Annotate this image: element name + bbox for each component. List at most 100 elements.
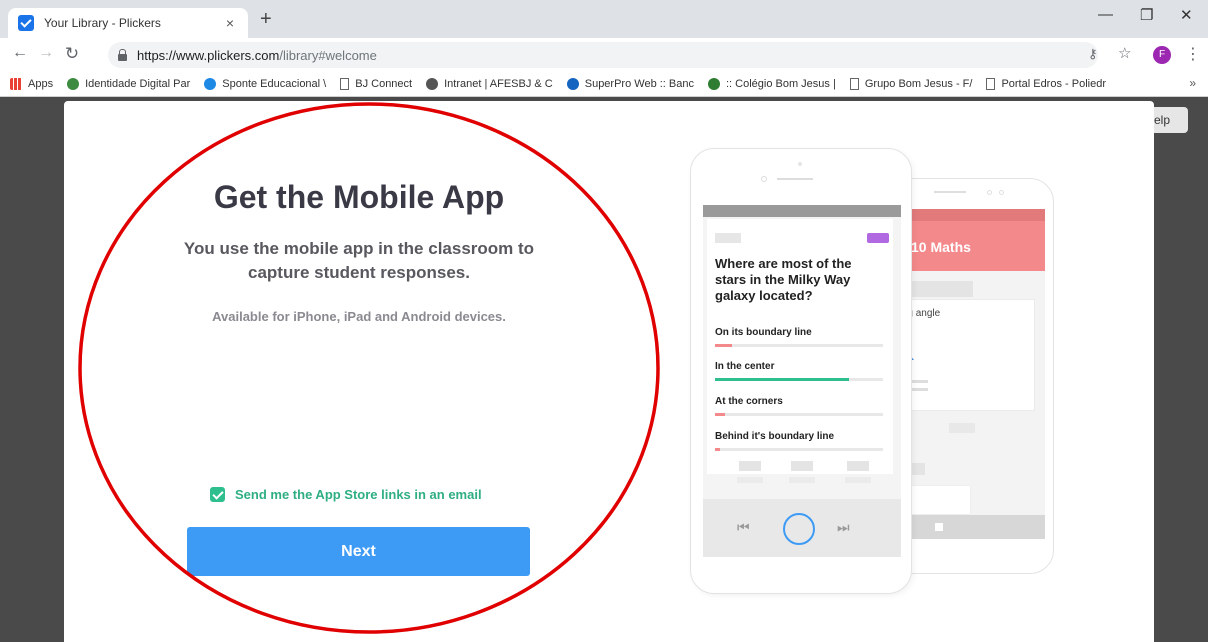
card-color-tag — [867, 233, 889, 243]
modal-title: Get the Mobile App — [213, 179, 505, 215]
stat-placeholder — [737, 477, 763, 483]
answer-progress-track — [715, 413, 883, 416]
answer-progress-fill — [715, 378, 850, 381]
phone-illustration-front: Where are most of the stars in the Milky… — [690, 148, 912, 594]
key-icon[interactable]: ⚷ — [1088, 46, 1098, 62]
answer-option: In the center — [715, 361, 885, 381]
phone-sensor — [987, 190, 992, 195]
answer-label: At the corners — [715, 396, 783, 407]
bookmark-item[interactable]: :: Colégio Bom Jesus | — [707, 77, 836, 90]
phone-sensor — [999, 190, 1004, 195]
skip-previous-icon: ⏮ — [737, 519, 750, 535]
new-tab-button[interactable]: + — [260, 9, 272, 29]
answer-progress-fill — [715, 344, 732, 347]
answer-label: In the center — [715, 361, 775, 372]
modal-subtitle: You use the mobile app in the classroom … — [183, 239, 535, 282]
page-icon — [340, 77, 350, 90]
intranet-icon — [426, 77, 439, 90]
profile-avatar[interactable]: F — [1153, 46, 1171, 64]
bookmark-item[interactable]: Sponte Educacional \ — [204, 77, 327, 90]
browser-tab[interactable]: Your Library - Plickers × — [8, 8, 248, 38]
phone-camera — [761, 176, 767, 182]
checkbox-label[interactable]: Send me the App Store links in an email — [235, 487, 482, 502]
navigation-bar: ← → ↻ https://www.plickers.com/library#w… — [0, 38, 1208, 71]
bookmarks-overflow-icon[interactable]: » — [1189, 76, 1196, 90]
capture-ring-icon — [783, 513, 815, 545]
sponte-icon — [204, 77, 217, 90]
bookmark-star-icon[interactable]: ☆ — [1118, 44, 1131, 62]
phone-speaker — [777, 178, 813, 180]
bookmark-item[interactable]: BJ Connect — [340, 77, 413, 90]
restore-icon[interactable]: ❐ — [1140, 6, 1153, 24]
close-window-icon[interactable]: ✕ — [1180, 6, 1193, 24]
bookmark-label: SuperPro Web :: Banc — [584, 77, 694, 90]
answer-option: On its boundary line — [715, 327, 885, 347]
answer-label: Behind it's boundary line — [715, 431, 835, 442]
question-text: Where are most of the stars in the Milky… — [715, 256, 852, 303]
url-path: /library#welcome — [279, 47, 377, 63]
url-host: https://www.plickers.com — [137, 47, 280, 63]
apps-icon — [10, 77, 22, 90]
help-button[interactable]: elp — [1148, 107, 1188, 133]
bomjesus-icon — [707, 77, 720, 90]
phone-front-screen: Where are most of the stars in the Milky… — [703, 205, 901, 557]
bookmark-item[interactable]: Portal Edros - Poliedr — [986, 77, 1106, 90]
bookmark-label: BJ Connect — [355, 77, 413, 90]
bookmark-label: Identidade Digital Par — [85, 77, 191, 90]
bookmark-label: Sponte Educacional \ — [222, 77, 327, 90]
back-arrow-icon[interactable]: ← — [10, 44, 30, 62]
bookmark-label: Apps — [28, 77, 54, 90]
answer-option: At the corners — [715, 396, 885, 416]
forward-arrow-icon[interactable]: → — [36, 44, 56, 62]
phone-front-topbar — [703, 205, 901, 217]
stat-placeholder — [789, 477, 815, 483]
bookmark-item[interactable]: SuperPro Web :: Banc — [566, 77, 694, 90]
bookmark-label: :: Colégio Bom Jesus | — [725, 77, 836, 90]
question-card: Where are most of the stars in the Milky… — [707, 219, 893, 474]
lock-icon — [118, 48, 127, 61]
bookmark-item[interactable]: Intranet | AFESBJ & C — [426, 77, 553, 90]
card-tag-placeholder — [715, 233, 741, 243]
playback-controls: ⏮ ⏭ — [703, 499, 901, 557]
answer-progress-track — [715, 378, 883, 381]
address-bar[interactable]: https://www.plickers.com/library#welcome — [108, 42, 1098, 68]
tab-title: Your Library - Plickers — [44, 16, 161, 30]
page-icon — [849, 77, 859, 90]
reload-icon[interactable]: ↻ — [62, 44, 82, 64]
bookmark-label: Grupo Bom Jesus - F/ — [864, 77, 973, 90]
stat-placeholder — [845, 477, 871, 483]
phone-speaker — [934, 191, 966, 193]
tab-strip: Your Library - Plickers × + — ❐ ✕ — [0, 0, 1208, 38]
next-button[interactable]: Next — [187, 527, 530, 576]
plickers-favicon-icon — [18, 15, 34, 31]
tab-close-icon[interactable]: × — [222, 15, 238, 31]
stat-placeholder — [791, 461, 813, 471]
bookmark-label: Portal Edros - Poliedr — [1001, 77, 1106, 90]
placeholder-bar — [911, 281, 973, 297]
answer-progress-track — [715, 344, 883, 347]
skip-next-icon: ⏭ — [837, 519, 850, 535]
leaf-icon — [67, 77, 80, 90]
square-nav-icon — [935, 523, 943, 531]
kebab-menu-icon[interactable]: ⋮ — [1185, 44, 1201, 64]
bookmark-item[interactable]: Grupo Bom Jesus - F/ — [849, 77, 973, 90]
answer-progress-fill — [715, 448, 721, 451]
stat-placeholder — [847, 461, 869, 471]
bookmark-label: Intranet | AFESBJ & C — [444, 77, 553, 90]
placeholder-block — [949, 423, 975, 433]
bookmark-item[interactable]: Identidade Digital Par — [67, 77, 191, 90]
phone-sensor — [798, 162, 802, 166]
minimize-icon[interactable]: — — [1098, 6, 1113, 23]
answer-progress-fill — [715, 413, 726, 416]
bookmark-item[interactable]: Apps — [10, 77, 54, 90]
answer-option: Behind it's boundary line — [715, 431, 885, 451]
url-text: https://www.plickers.com/library#welcome — [137, 48, 377, 63]
checkbox-checked-icon[interactable] — [210, 487, 225, 502]
stat-placeholder — [739, 461, 761, 471]
superpro-icon — [566, 77, 579, 90]
bookmarks-bar: Apps Identidade Digital Par Sponte Educaci… — [0, 71, 1208, 97]
availability-text: Available for iPhone, iPad and Android d… — [212, 309, 506, 324]
page-icon — [986, 77, 996, 90]
answer-label: On its boundary line — [715, 327, 812, 338]
email-links-checkbox[interactable]: Send me the App Store links in an email — [210, 487, 482, 502]
